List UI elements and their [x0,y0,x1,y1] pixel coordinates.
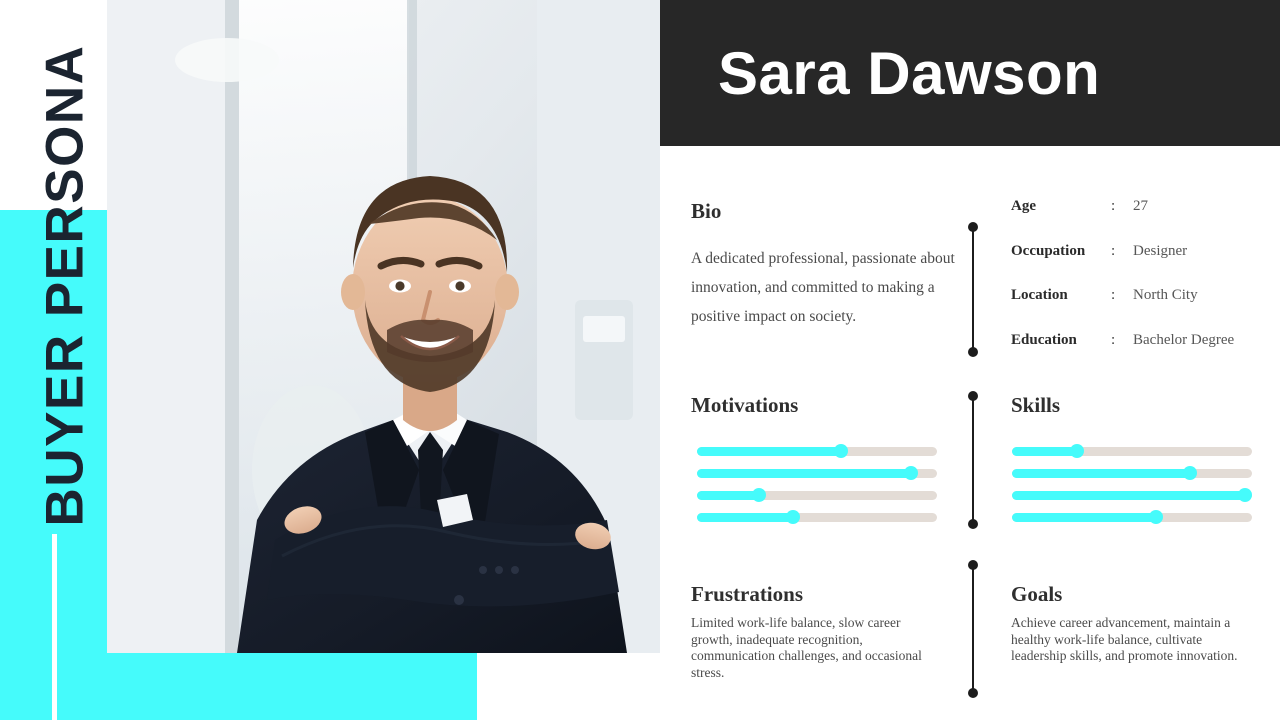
motivation-slider-row[interactable] [697,484,937,506]
slider-track[interactable] [1012,488,1252,502]
divider-line [972,396,974,524]
buyer-persona-slide: BUYER PERSONA Sara Dawson Bio A dedicate… [0,0,1280,720]
slider-track[interactable] [697,488,937,502]
frustrations-heading: Frustrations [691,582,803,606]
white-stripe-accent [52,534,57,720]
attribute-separator: : [1111,242,1116,259]
column-divider-middle [967,391,978,529]
slider-knob[interactable] [1237,488,1252,502]
slider-fill [697,446,841,456]
slider-knob[interactable] [1182,466,1197,480]
divider-dot-bottom [967,688,978,698]
attribute-label: Age [1011,198,1036,214]
skill-slider-row[interactable] [1012,440,1252,462]
slider-track[interactable] [1012,444,1252,458]
attribute-value: Bachelor Degree [1133,331,1235,348]
attribute-row: Education : Bachelor Degree [1011,332,1280,377]
attribute-row: Age : 27 [1011,198,1280,243]
slider-knob[interactable] [903,466,918,480]
divider-dot-top [967,222,978,232]
persona-name-bar: Sara Dawson [660,0,1280,146]
slider-track[interactable] [697,466,937,480]
slider-track[interactable] [697,444,937,458]
bio-heading: Bio [691,199,722,223]
slider-track[interactable] [1012,510,1252,524]
attribute-value: North City [1133,287,1198,303]
skills-heading: Skills [1011,393,1061,417]
motivations-heading: Motivations [691,393,799,417]
divider-dot-bottom [967,347,978,357]
attribute-label: Occupation [1011,242,1086,259]
divider-dot-bottom [967,519,978,529]
slider-knob[interactable] [1149,510,1163,524]
divider-dot-top [967,560,978,570]
slider-knob[interactable] [752,488,767,502]
divider-line [972,565,974,693]
divider-dot-top [967,391,978,401]
motivation-slider-row[interactable] [697,506,937,528]
frustrations-text: Limited work-life balance, slow career g… [691,615,922,680]
slider-fill [697,468,911,478]
accent-block-bottom [0,653,477,720]
slider-knob[interactable] [786,510,800,524]
attribute-row: Occupation : Designer [1011,243,1280,288]
skill-slider-row[interactable] [1012,462,1252,484]
motivation-slider-row[interactable] [697,440,937,462]
attribute-label: Education [1011,331,1077,348]
goals-text: Achieve career advancement, maintain a h… [1011,615,1238,663]
slider-fill [1012,512,1156,522]
slider-fill [1012,490,1245,500]
attribute-row: Location : North City [1011,287,1280,332]
attribute-separator: : [1111,331,1116,348]
skill-slider-row[interactable] [1012,506,1252,528]
divider-line [972,227,974,352]
skill-slider-row[interactable] [1012,484,1252,506]
slide-vertical-title: BUYER PERSONA [35,44,95,527]
attribute-separator: : [1111,287,1116,303]
slider-fill [697,490,760,500]
attribute-value: 27 [1133,198,1148,214]
slider-track[interactable] [1012,466,1252,480]
attribute-value: Designer [1133,242,1188,259]
attribute-label: Location [1011,287,1068,303]
persona-photo [107,0,660,653]
column-divider-bottom [967,560,978,698]
slider-knob[interactable] [834,444,848,458]
slider-knob[interactable] [1069,444,1084,458]
persona-details-panel: Bio A dedicated professional, passionate… [660,146,1280,720]
persona-name: Sara Dawson [718,39,1101,107]
attribute-separator: : [1111,198,1116,214]
column-divider-top [967,222,978,357]
motivation-slider-row[interactable] [697,462,937,484]
motivations-sliders [697,440,937,528]
slider-fill [697,512,793,522]
slider-fill [1012,468,1190,478]
skills-sliders [1012,440,1252,528]
slider-track[interactable] [697,510,937,524]
attributes-list: Age : 27 Occupation : Designer Location … [1011,198,1280,376]
bio-text: A dedicated professional, passionate abo… [691,250,955,325]
slider-fill [1012,446,1077,456]
persona-photo-illustration [107,0,660,653]
goals-heading: Goals [1011,582,1063,606]
